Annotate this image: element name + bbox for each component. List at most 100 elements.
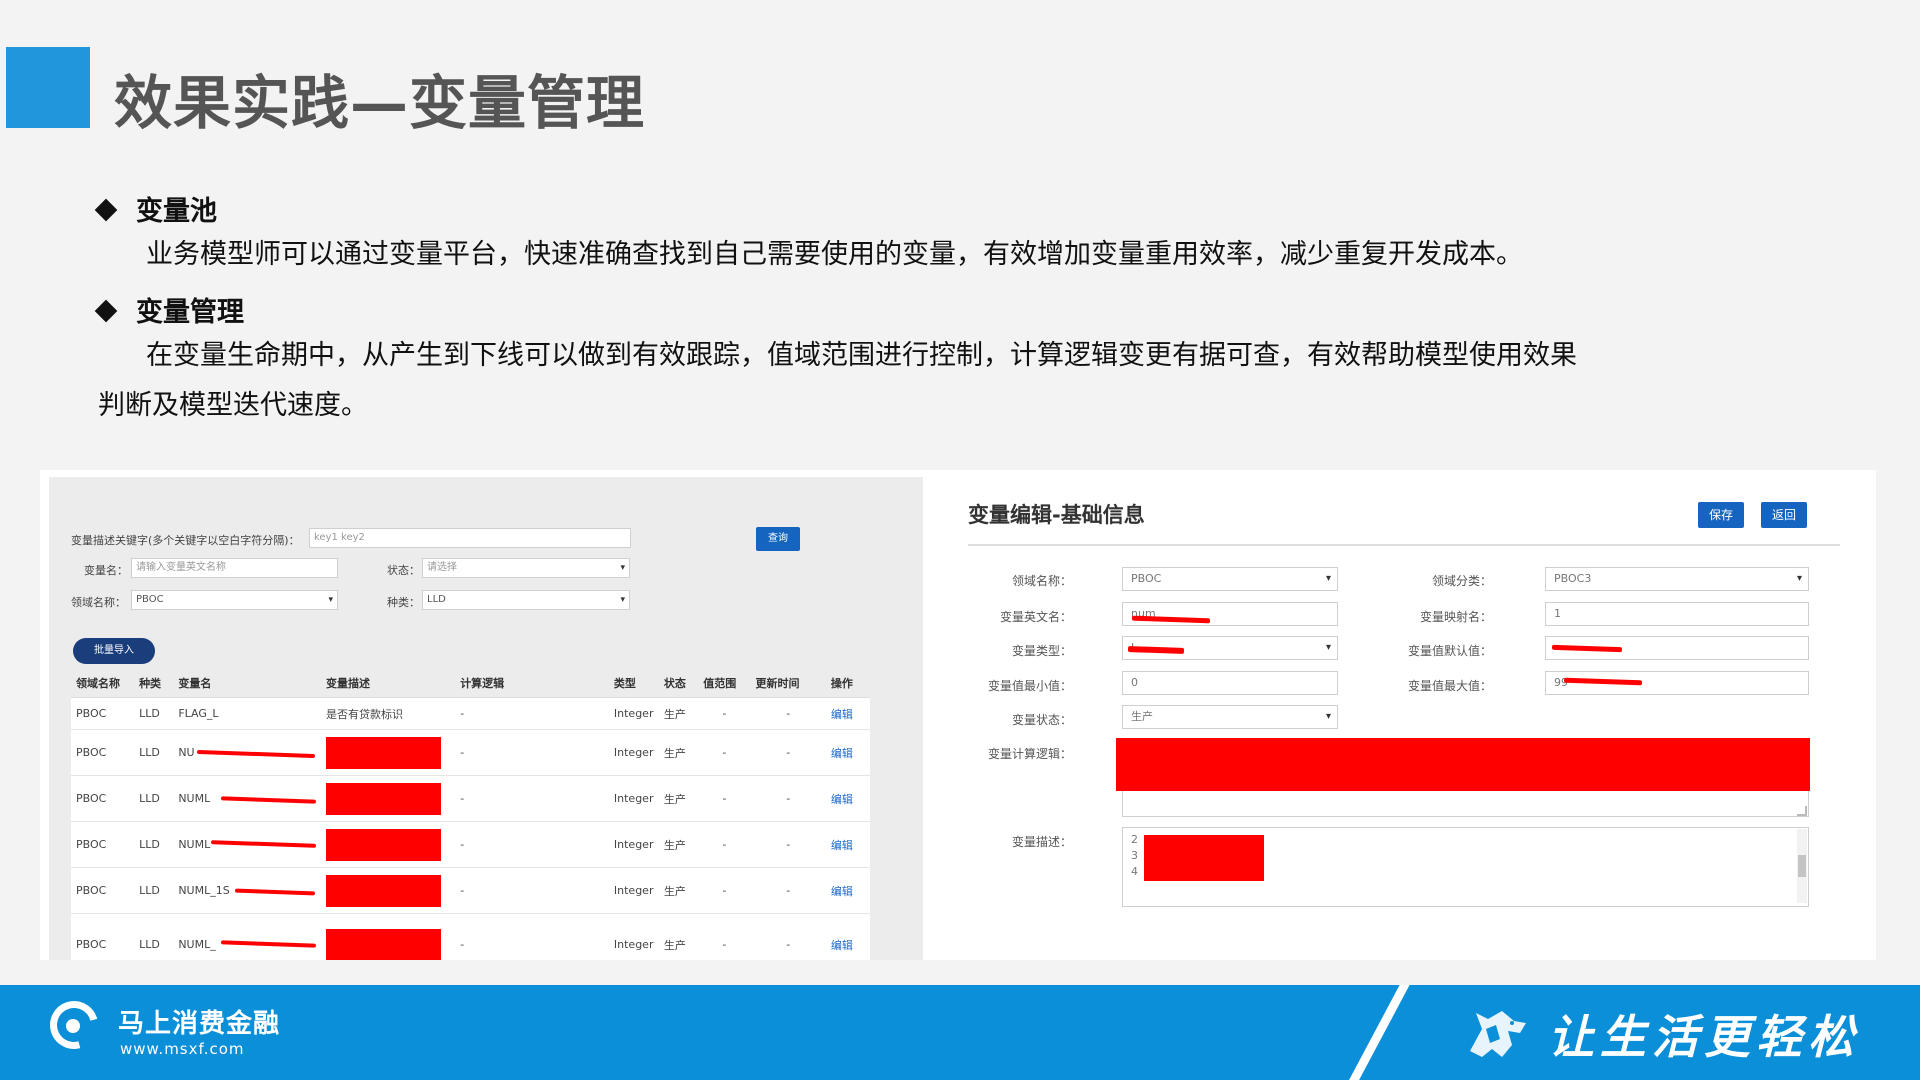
cell-logic: -: [455, 913, 609, 960]
keyword-label: 变量描述关键字(多个关键字以空白字符分隔)：: [71, 534, 300, 547]
cell-domain: PBOC: [71, 729, 135, 776]
cell-kind: LLD: [134, 913, 174, 960]
batch-import-button[interactable]: 批量导入: [73, 638, 155, 664]
cell-updated: -: [750, 867, 826, 914]
varname-input[interactable]: 请输入变量英文名称: [131, 558, 338, 578]
cell-action: 编辑: [825, 729, 870, 776]
cell-type: Integer: [608, 913, 659, 960]
title-accent-square: [6, 47, 90, 128]
edit-link[interactable]: 编辑: [831, 747, 853, 760]
cell-type: Integer: [608, 697, 659, 730]
cell-range: -: [698, 775, 751, 822]
edit-link[interactable]: 编辑: [831, 939, 853, 952]
column-header: 值范围: [698, 669, 751, 698]
min-input[interactable]: 0: [1122, 671, 1338, 695]
cell-range: -: [698, 697, 751, 730]
desc-label: 变量描述：: [1011, 835, 1072, 849]
cell-logic: -: [455, 697, 609, 730]
edit-link[interactable]: 编辑: [831, 708, 853, 721]
status-select[interactable]: 生产: [1122, 705, 1338, 729]
cell-updated: -: [750, 729, 826, 776]
category-select[interactable]: PBOC3: [1545, 567, 1809, 591]
cell-type: Integer: [608, 729, 659, 776]
redaction-block: [325, 782, 441, 815]
save-button[interactable]: 保存: [1698, 502, 1744, 528]
bullet-heading: 变量管理: [136, 297, 244, 328]
cell-kind: LLD: [134, 729, 174, 776]
column-header: 变量名: [173, 669, 321, 698]
type-label: 变量类型：: [1011, 644, 1072, 658]
en-name-input[interactable]: num: [1122, 602, 1338, 626]
back-button[interactable]: 返回: [1761, 502, 1807, 528]
cell-action: 编辑: [825, 821, 870, 868]
cell-range: -: [698, 821, 751, 868]
min-label: 变量值最小值：: [987, 679, 1072, 693]
cell-desc: [320, 821, 456, 868]
scrollbar-thumb[interactable]: [1798, 855, 1806, 877]
column-header: 状态: [658, 669, 699, 698]
logic-label: 变量计算逻辑：: [987, 747, 1072, 761]
cell-status: 生产: [658, 775, 699, 822]
map-name-label: 变量映射名：: [1419, 610, 1492, 624]
query-button[interactable]: 查询: [756, 527, 800, 551]
bullet-heading: 变量池: [136, 196, 217, 227]
table-row: PBOC LLD NUML_ - Integer 生产 - - 编辑: [71, 913, 870, 960]
status-select[interactable]: 请选择: [422, 558, 630, 578]
cell-action: 编辑: [825, 697, 870, 730]
desc-scrollbar[interactable]: [1797, 829, 1807, 903]
category-label: 领域分类：: [1431, 574, 1492, 588]
cell-name-text: NUML: [178, 792, 211, 805]
footer-brand: 马上消费金融: [118, 1009, 281, 1039]
redaction-block: [1144, 835, 1264, 881]
cell-updated: -: [750, 821, 826, 868]
table-row: PBOC LLD NU - Integer 生产 - - 编辑: [71, 729, 870, 776]
horse-mascot-icon: [1470, 1011, 1526, 1057]
diamond-bullet-icon: [94, 198, 118, 222]
redaction-block: [325, 874, 441, 907]
column-header: 种类: [134, 669, 174, 698]
variable-search-panel: 变量描述关键字(多个关键字以空白字符分隔)： key1 key2 查询 变量名：…: [49, 477, 923, 960]
footer-url: www.msxf.com: [120, 1040, 245, 1058]
cell-desc: [320, 867, 456, 914]
redaction-mark: [211, 840, 317, 848]
redaction-block: [325, 828, 441, 861]
cell-domain: PBOC: [71, 697, 135, 730]
bullet-text-line2: 判断及模型迭代速度。: [98, 390, 368, 421]
redaction-block: [325, 736, 441, 769]
keyword-input[interactable]: key1 key2: [309, 528, 631, 548]
status-label: 变量状态：: [1011, 713, 1072, 727]
edit-link[interactable]: 编辑: [831, 839, 853, 852]
bullet-text-line1: 在变量生命期中，从产生到下线可以做到有效跟踪，值域范围进行控制，计算逻辑变更有据…: [146, 340, 1577, 371]
cell-type: Integer: [608, 867, 659, 914]
table-row: PBOC LLD NUML - Integer 生产 - - 编辑: [71, 821, 870, 868]
resize-handle-icon[interactable]: [1797, 806, 1807, 816]
status-label: 状态：: [387, 564, 420, 577]
domain-select[interactable]: PBOC: [1122, 567, 1338, 591]
cell-status: 生产: [658, 821, 699, 868]
map-name-input[interactable]: 1: [1545, 602, 1809, 626]
table-row: PBOC LLD NUML - Integer 生产 - - 编辑: [71, 775, 870, 822]
cell-type: Integer: [608, 775, 659, 822]
edit-link[interactable]: 编辑: [831, 885, 853, 898]
column-header: 操作: [825, 669, 870, 698]
redaction-mark: [197, 749, 316, 759]
cell-desc: [320, 913, 456, 960]
column-header: 领域名称: [71, 669, 135, 698]
cell-status: 生产: [658, 729, 699, 776]
cell-logic: -: [455, 775, 609, 822]
cell-kind: LLD: [134, 697, 174, 730]
cell-status: 生产: [658, 913, 699, 960]
cell-kind: LLD: [134, 867, 174, 914]
edit-link[interactable]: 编辑: [831, 793, 853, 806]
cell-domain: PBOC: [71, 867, 135, 914]
cell-name: NU: [173, 729, 321, 776]
kind-select[interactable]: LLD: [422, 590, 630, 610]
domain-select[interactable]: PBOC: [131, 590, 338, 610]
editor-title: 变量编辑-基础信息: [968, 503, 1145, 527]
redaction-mark: [221, 940, 317, 948]
redaction-mark: [235, 888, 316, 896]
cell-name-text: NUML_: [178, 938, 216, 951]
cell-name-text: NUML: [178, 838, 211, 851]
varname-label: 变量名：: [84, 564, 128, 577]
cell-name: FLAG_L: [173, 697, 321, 730]
